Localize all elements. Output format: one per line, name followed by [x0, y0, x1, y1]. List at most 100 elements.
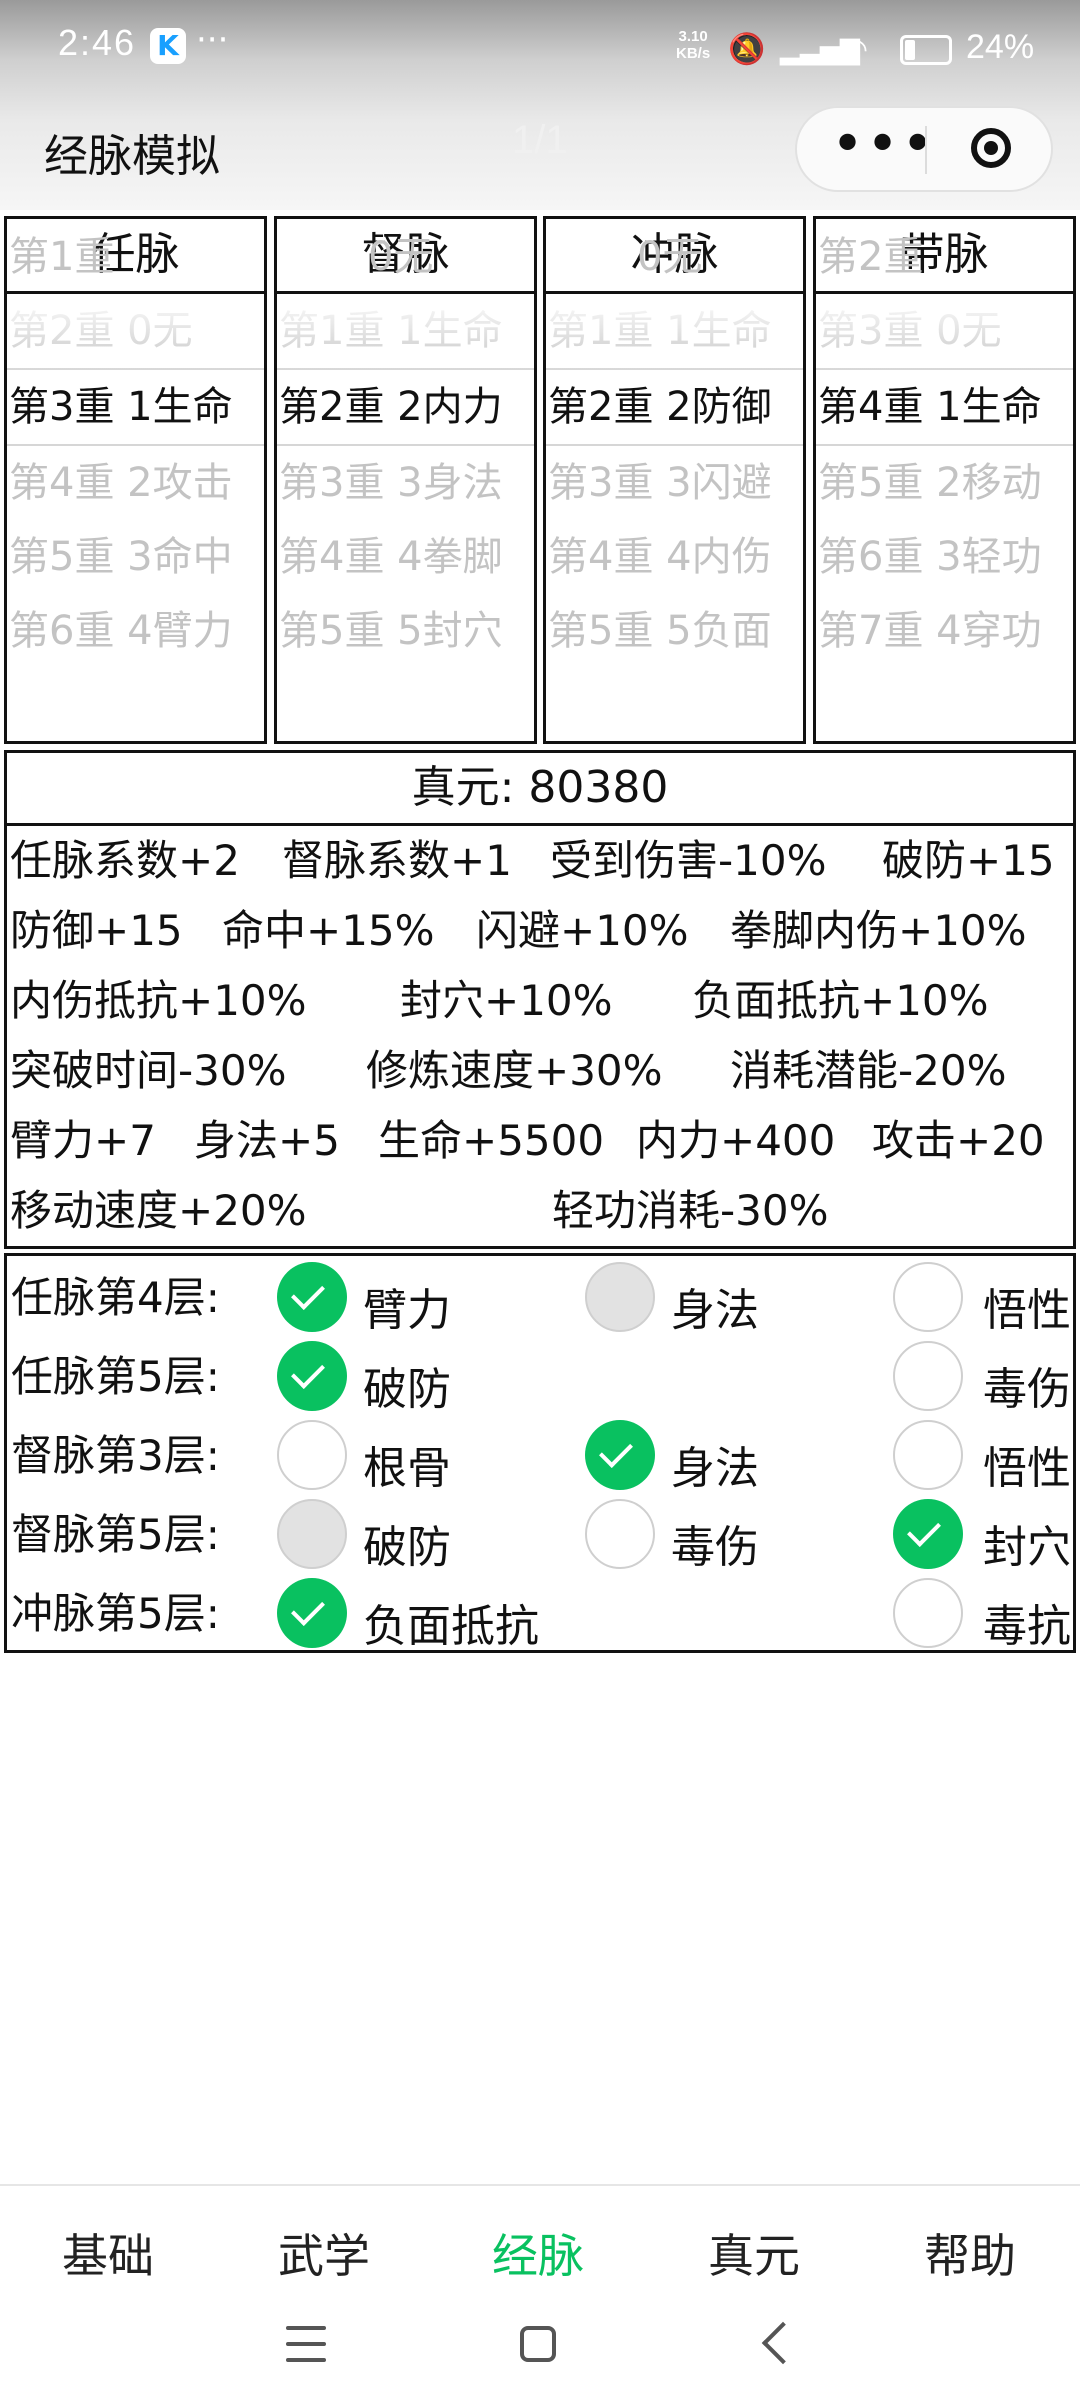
picker-item[interactable]: 第3重 3闪避 — [546, 446, 803, 520]
close-target-icon[interactable] — [971, 128, 1011, 168]
picker-item[interactable]: 第5重 5封穴 — [277, 594, 534, 668]
picker-item[interactable]: 第6重 3轻功 — [816, 520, 1073, 594]
option-row-label: 任脉第5层: — [11, 1352, 220, 1401]
stats-row: 内伤抵抗+10% 封穴+10% 负面抵抗+10% — [10, 966, 1070, 1036]
picker-item[interactable]: 第5重 2移动 — [816, 446, 1073, 520]
stats-row: 臂力+7 身法+5 生命+5500 内力+400 攻击+20 — [10, 1106, 1070, 1176]
menu-icon[interactable] — [286, 2326, 326, 2362]
option-row-label: 任脉第4层: — [11, 1273, 220, 1322]
unchecked-circle-icon — [585, 1262, 655, 1332]
stat-value: 轻功消耗-30% — [552, 1186, 829, 1235]
picker-item[interactable]: 第5重 5负面 — [546, 594, 803, 668]
option-label[interactable]: 毒伤 — [983, 1353, 1071, 1417]
stat-value: 督脉系数+1 — [282, 836, 512, 885]
stat-value: 消耗潜能-20% — [730, 1046, 1007, 1095]
picker-fade-bottom — [816, 661, 1073, 741]
more-icon[interactable]: ••• — [831, 112, 936, 177]
picker-item[interactable]: 第3重 3身法 — [277, 446, 534, 520]
stat-value: 破防+15 — [882, 836, 1055, 885]
picker-item[interactable]: 第6重 4臂力 — [7, 594, 264, 668]
home-icon[interactable] — [520, 2326, 556, 2362]
page-indicator: 1/1 — [512, 118, 568, 162]
stat-value: 身法+5 — [194, 1116, 340, 1165]
picker-column-4[interactable]: 带脉第1重第2重第3重 0无第4重 1生命第5重 2移动第6重 3轻功第7重 4… — [813, 216, 1076, 744]
picker-item[interactable]: 第1重 — [7, 220, 264, 294]
page-title: 经脉模拟 — [44, 131, 220, 182]
option-label[interactable]: 臂力 — [363, 1274, 451, 1338]
picker-column-2[interactable]: 督脉 0无第1重 1生命第2重 2内力第3重 3身法第4重 4拳脚第5重 5封穴 — [274, 216, 537, 744]
option-label[interactable]: 身法 — [671, 1432, 759, 1496]
stats-row: 移动速度+20% 轻功消耗-30% — [10, 1176, 1070, 1246]
option-label[interactable]: 封穴 — [983, 1511, 1071, 1575]
picker-fade-bottom — [7, 661, 264, 741]
picker-item[interactable]: 第4重 2攻击 — [7, 446, 264, 520]
picker-item-selected[interactable]: 第4重 1生命 — [816, 368, 1073, 446]
checked-circle-icon[interactable] — [277, 1341, 347, 1411]
stat-value: 受到伤害-10% — [550, 836, 827, 885]
picker-item[interactable]: 第4重 4拳脚 — [277, 520, 534, 594]
unchecked-circle-icon[interactable] — [893, 1578, 963, 1648]
picker-item[interactable]: 0无 — [277, 220, 534, 294]
option-label[interactable]: 毒伤 — [671, 1511, 759, 1575]
picker-fade-top — [277, 294, 534, 374]
mute-icon: 🔕 — [728, 32, 766, 67]
picker-items[interactable]: 第1重第2重第3重 0无第4重 1生命第5重 2移动第6重 3轻功第7重 4穿功 — [816, 219, 1073, 668]
stat-value: 负面抵抗+10% — [692, 976, 989, 1025]
checked-circle-icon[interactable] — [277, 1262, 347, 1332]
option-row: 任脉第5层: 破防 毒伤 — [7, 1337, 1073, 1415]
option-label[interactable]: 身法 — [671, 1274, 759, 1338]
unchecked-circle-icon — [277, 1499, 347, 1569]
picker-item-selected[interactable]: 第2重 2防御 — [546, 368, 803, 446]
tab-1[interactable]: 基础 — [62, 2220, 154, 2286]
zhenyuan-label: 真元: — [411, 762, 515, 813]
picker-item-selected[interactable]: 第2重 2内力 — [277, 368, 534, 446]
picker-item[interactable]: 0无 — [546, 220, 803, 294]
options-panel: 任脉第4层: 臂力 身法 悟性 任脉第5层: 破防 毒伤 督脉第3层: 根骨 身法 悟性 督脉第5层:… — [4, 1253, 1076, 1653]
tab-4[interactable]: 真元 — [708, 2220, 800, 2286]
zhenyuan-value: 80380 — [528, 762, 669, 813]
stat-value: 臂力+7 — [10, 1116, 156, 1165]
picker-item[interactable]: 第4重 4内伤 — [546, 520, 803, 594]
picker-item[interactable]: 第2重 — [816, 220, 1073, 294]
unchecked-circle-icon[interactable] — [893, 1341, 963, 1411]
option-row-label: 冲脉第5层: — [11, 1589, 220, 1638]
picker-items[interactable]: 第1重第2重 0无第3重 1生命第4重 2攻击第5重 3命中第6重 4臂力 — [7, 220, 264, 668]
option-label[interactable]: 根骨 — [363, 1432, 451, 1496]
picker-fade-top — [546, 294, 803, 374]
picker-column-3[interactable]: 冲脉 0无第1重 1生命第2重 2防御第3重 3闪避第4重 4内伤第5重 5负面 — [543, 216, 806, 744]
option-label[interactable]: 负面抵抗 — [363, 1590, 539, 1654]
unchecked-circle-icon[interactable] — [585, 1499, 655, 1569]
unchecked-circle-icon[interactable] — [893, 1420, 963, 1490]
picker-column-1[interactable]: 任脉第1重第2重 0无第3重 1生命第4重 2攻击第5重 3命中第6重 4臂力 — [4, 216, 267, 744]
status-bar: 2:46 K ··· 3.10 KB/s 🔕 ▂▃▅▇ ◠ 24% — [0, 0, 1080, 95]
option-label[interactable]: 破防 — [363, 1353, 451, 1417]
picker-items[interactable]: 0无第1重 1生命第2重 2内力第3重 3身法第4重 4拳脚第5重 5封穴 — [277, 220, 534, 668]
picker-item[interactable]: 第5重 3命中 — [7, 520, 264, 594]
back-icon[interactable] — [761, 2321, 805, 2365]
stat-value: 封穴+10% — [400, 976, 613, 1025]
stat-value: 任脉系数+2 — [10, 836, 240, 885]
option-label[interactable]: 悟性 — [983, 1274, 1071, 1338]
checked-circle-icon[interactable] — [893, 1499, 963, 1569]
tab-3[interactable]: 经脉 — [492, 2220, 584, 2286]
tab-5[interactable]: 帮助 — [924, 2220, 1016, 2286]
stat-value: 攻击+20 — [872, 1116, 1045, 1165]
tab-2[interactable]: 武学 — [278, 2220, 370, 2286]
picker-items[interactable]: 0无第1重 1生命第2重 2防御第3重 3闪避第4重 4内伤第5重 5负面 — [546, 220, 803, 668]
option-label[interactable]: 悟性 — [983, 1432, 1071, 1496]
unchecked-circle-icon[interactable] — [893, 1262, 963, 1332]
status-more-icon: ··· — [196, 20, 229, 60]
network-rate-unit: KB/s — [676, 45, 711, 62]
stat-value: 移动速度+20% — [10, 1186, 307, 1235]
top-bar: 2:46 K ··· 3.10 KB/s 🔕 ▂▃▅▇ ◠ 24% 经脉模拟 1… — [0, 0, 1080, 210]
status-time: 2:46 — [58, 22, 137, 63]
option-label[interactable]: 破防 — [363, 1511, 451, 1575]
stats-panel: 真元: 80380 任脉系数+2 督脉系数+1 受到伤害-10% 破防+15 防御+15… — [4, 750, 1076, 1249]
option-label[interactable]: 毒抗 — [983, 1590, 1071, 1654]
checked-circle-icon[interactable] — [585, 1420, 655, 1490]
picker-item[interactable]: 第7重 4穿功 — [816, 594, 1073, 668]
picker-item-selected[interactable]: 第3重 1生命 — [7, 368, 264, 446]
unchecked-circle-icon[interactable] — [277, 1420, 347, 1490]
checked-circle-icon[interactable] — [277, 1578, 347, 1648]
picker-fade-bottom — [546, 661, 803, 741]
